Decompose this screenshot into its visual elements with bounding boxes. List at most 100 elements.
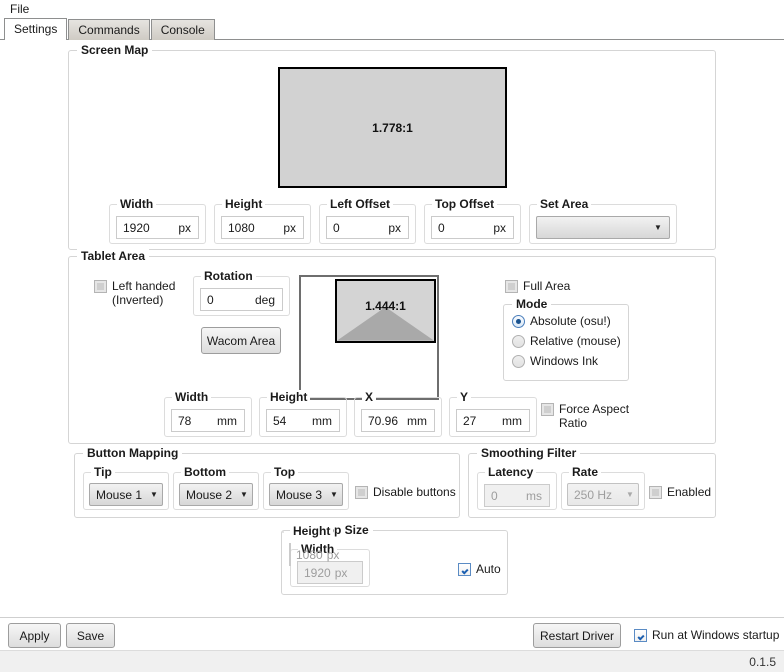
screen-left-offset-value: 0 [333, 220, 340, 235]
desktop-width-unit: px [334, 565, 348, 580]
latency-unit: ms [526, 488, 542, 503]
tablet-height-value: 54 [273, 413, 287, 428]
smoothing-enabled-label: Enabled [667, 485, 712, 499]
tablet-height-input[interactable]: 54 mm [266, 409, 340, 432]
tablet-area-aspect-ratio: 1.444:1 [365, 299, 406, 313]
tablet-y-value: 27 [463, 413, 477, 428]
rotation-input[interactable]: 0 deg [200, 288, 283, 311]
screen-height-value: 1080 [228, 220, 255, 235]
menu-item-file[interactable]: File [7, 2, 32, 16]
screen-left-offset-group: Left Offset 0 px [319, 197, 416, 244]
tablet-area-mapped-region[interactable]: 1.444:1 [335, 279, 436, 343]
restart-driver-button[interactable]: Restart Driver [533, 623, 621, 648]
mode-radio-absolute[interactable]: Absolute (osu!) [512, 314, 611, 328]
set-area-combobox[interactable]: ▼ [536, 216, 670, 239]
tablet-area-group: Tablet Area Left handed (Inverted) Rotat… [68, 249, 716, 444]
tab-console[interactable]: Console [150, 19, 215, 40]
latency-value: 0 [491, 488, 498, 503]
tablet-y-unit: mm [502, 413, 522, 428]
tablet-y-label: Y [457, 390, 472, 404]
run-at-startup-label: Run at Windows startup [652, 628, 780, 642]
disable-buttons-label: Disable buttons [373, 485, 456, 499]
save-button[interactable]: Save [66, 623, 115, 648]
mode-radio-windows-ink[interactable]: Windows Ink [512, 354, 598, 368]
radio-circle [512, 334, 525, 348]
force-aspect-ratio-checkbox[interactable]: Force Aspect Ratio [541, 402, 631, 430]
latency-input[interactable]: 0 ms [484, 484, 550, 507]
screen-top-offset-input[interactable]: 0 px [431, 216, 514, 239]
radio-circle [512, 314, 525, 328]
checkbox-box [94, 280, 107, 293]
tablet-area-title: Tablet Area [77, 249, 150, 263]
tablet-width-unit: mm [217, 413, 237, 428]
full-area-checkbox[interactable]: Full Area [505, 279, 570, 293]
footer-bar: Apply Save Restart Driver Run at Windows… [0, 617, 784, 650]
screen-top-offset-unit: px [493, 220, 506, 235]
screen-width-group: Width 1920 px [109, 197, 206, 244]
smoothing-filter-title: Smoothing Filter [477, 446, 581, 460]
status-bar: 0.1.5 [0, 650, 784, 672]
disable-buttons-checkbox[interactable]: Disable buttons [355, 485, 456, 499]
top-label: Top [271, 465, 299, 479]
rotation-value: 0 [207, 292, 214, 307]
wacom-area-button[interactable]: Wacom Area [201, 327, 281, 354]
checkbox-box [355, 486, 368, 499]
run-at-startup-checkbox[interactable]: Run at Windows startup [634, 628, 779, 642]
desktop-height-input[interactable]: 1080 px [289, 543, 339, 566]
desktop-width-input[interactable]: 1920 px [297, 561, 363, 584]
mode-title: Mode [512, 297, 552, 311]
top-combobox[interactable]: Mouse 3 ▼ [269, 483, 343, 506]
checkbox-box [458, 563, 471, 576]
chevron-down-icon: ▼ [330, 489, 338, 499]
screen-width-input[interactable]: 1920 px [116, 216, 199, 239]
tablet-x-value: 70.96 [368, 413, 399, 428]
smoothing-enabled-checkbox[interactable]: Enabled [649, 485, 711, 499]
set-area-group: Set Area ▼ [529, 197, 677, 244]
tablet-y-group: Y 27 mm [449, 390, 537, 437]
top-value: Mouse 3 [276, 487, 323, 502]
screen-left-offset-input[interactable]: 0 px [326, 216, 409, 239]
screen-map-title: Screen Map [77, 43, 153, 57]
smoothing-filter-group: Smoothing Filter Latency 0 ms Rate 250 H… [468, 446, 716, 518]
rate-group: Rate 250 Hz ▼ [561, 465, 645, 510]
radio-circle [512, 354, 525, 368]
tab-commands[interactable]: Commands [68, 19, 150, 40]
tablet-area-preview[interactable]: 1.444:1 [299, 275, 439, 400]
full-area-label: Full Area [523, 279, 571, 293]
tip-value: Mouse 1 [96, 487, 143, 502]
screen-top-offset-group: Top Offset 0 px [424, 197, 521, 244]
screen-map-group: Screen Map 1.778:1 Width 1920 px Height … [68, 43, 716, 250]
checkbox-box [505, 280, 518, 293]
bottom-combobox[interactable]: Mouse 2 ▼ [179, 483, 253, 506]
tablet-x-input[interactable]: 70.96 mm [361, 409, 435, 432]
tip-combobox[interactable]: Mouse 1 ▼ [89, 483, 163, 506]
screen-height-input[interactable]: 1080 px [221, 216, 304, 239]
screen-left-offset-label: Left Offset [327, 197, 393, 211]
checkbox-box [634, 629, 647, 642]
mode-radio-relative-label: Relative (mouse) [530, 334, 621, 348]
tablet-height-group: Height 54 mm [259, 390, 347, 437]
desktop-width-value: 1920 [304, 565, 331, 580]
rate-label: Rate [569, 465, 602, 479]
desktop-auto-checkbox[interactable]: Auto [458, 562, 501, 576]
tablet-width-input[interactable]: 78 mm [171, 409, 245, 432]
mode-radio-windows-ink-label: Windows Ink [530, 354, 599, 368]
bottom-label: Bottom [181, 465, 229, 479]
version-label: 0.1.5 [749, 655, 776, 669]
set-area-label: Set Area [537, 197, 592, 211]
screen-top-offset-label: Top Offset [432, 197, 498, 211]
checkbox-box [649, 486, 662, 499]
rate-combobox[interactable]: 250 Hz ▼ [567, 483, 639, 506]
rotation-unit: deg [254, 292, 275, 307]
mode-radio-relative[interactable]: Relative (mouse) [512, 334, 621, 348]
tab-strip: Settings Commands Console [0, 18, 784, 41]
mode-group: Mode Absolute (osu!) Relative (mouse) Wi… [503, 297, 629, 381]
menu-bar: File [0, 0, 784, 18]
apply-button[interactable]: Apply [8, 623, 61, 648]
tab-settings[interactable]: Settings [4, 18, 68, 41]
left-handed-checkbox[interactable]: Left handed (Inverted) [94, 279, 182, 307]
tablet-y-input[interactable]: 27 mm [456, 409, 530, 432]
screen-height-label: Height [222, 197, 266, 211]
screen-map-preview[interactable]: 1.778:1 [278, 67, 507, 188]
latency-label: Latency [485, 465, 537, 479]
